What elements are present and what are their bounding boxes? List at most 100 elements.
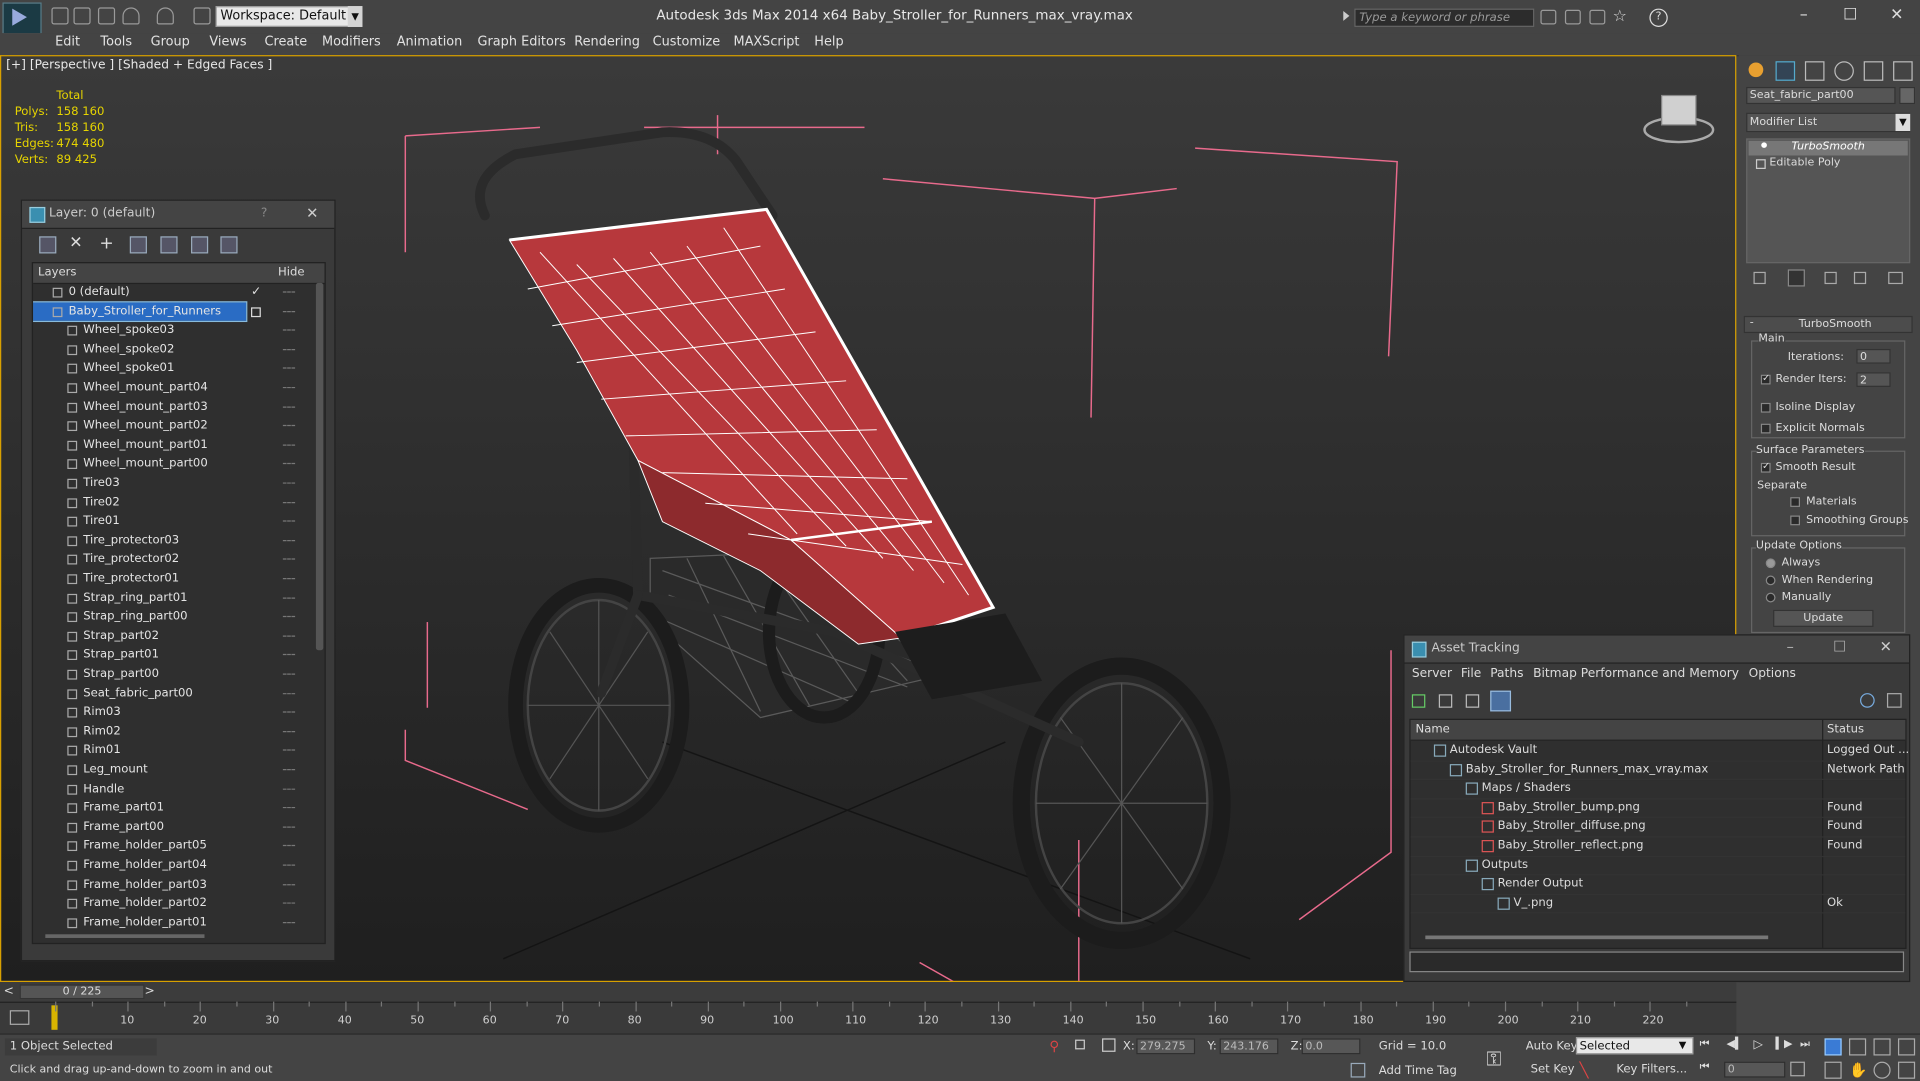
layer-row[interactable]: Strap_part02 [33,627,315,646]
expand-icon[interactable] [1755,159,1766,169]
key-icon[interactable]: ⚿ [1487,1047,1502,1071]
table-view-icon[interactable] [1490,690,1512,712]
asset-menu-paths[interactable]: Paths [1490,667,1523,680]
layer-row[interactable]: Frame_part00 [33,818,315,837]
go-to-start-icon[interactable]: ⏮ [1700,1038,1717,1053]
layer-row[interactable]: Tire03 [33,474,315,493]
x-coordinate-field[interactable]: 279.275 [1136,1038,1196,1055]
layer-row[interactable]: Frame_holder_part05 [33,837,315,856]
viewport-label[interactable]: [+] [Perspective ] [Shaded + Edged Faces… [6,59,272,72]
asset-maximize-button[interactable]: ☐ [1833,638,1846,655]
turbosmooth-rollout-header[interactable]: - TurboSmooth [1743,315,1913,334]
asset-row[interactable]: Baby_Stroller_bump.png Found [1410,798,1906,819]
layer-row[interactable]: Handle [33,780,315,799]
hide-toggle[interactable] [282,406,296,408]
mini-curve-editor-icon[interactable] [9,1010,30,1025]
field-of-view-icon[interactable] [1824,1061,1842,1079]
layer-row[interactable]: Wheel_mount_part01 [33,436,315,455]
hide-toggle[interactable] [282,768,296,771]
hide-all-icon[interactable] [191,236,209,254]
hide-toggle[interactable] [282,597,296,599]
materials-checkbox[interactable] [1790,497,1801,507]
favorites-star-icon[interactable]: ☆ [1613,7,1627,25]
time-slider-thumb[interactable]: 0 / 225 [19,984,145,1000]
render-iters-checkbox[interactable]: ✓ [1760,372,1771,385]
layer-row[interactable]: Frame_part01 [33,799,315,818]
asset-row[interactable]: Outputs [1410,855,1906,876]
project-folder-icon[interactable] [193,7,211,25]
menu-group[interactable]: Group [151,34,190,49]
make-unique-icon[interactable] [1824,271,1837,285]
name-column-header[interactable]: Name [1416,722,1450,735]
menu-views[interactable]: Views [209,34,246,49]
asset-path-field[interactable] [1409,951,1905,973]
absolute-mode-icon[interactable] [1102,1038,1116,1052]
hide-toggle[interactable] [282,711,296,714]
hide-column-header[interactable]: Hide [278,266,305,279]
menu-customize[interactable]: Customize [653,34,721,49]
menu-graph-editors[interactable]: Graph Editors [478,34,566,49]
layer-row[interactable]: Baby_Stroller_for_Runners [33,300,296,323]
layers-column-header[interactable]: Layers [38,266,76,279]
save-file-icon[interactable] [97,7,116,25]
menu-edit[interactable]: Edit [55,34,80,49]
subscription-icon[interactable] [1564,9,1581,25]
show-end-result-icon[interactable] [1787,269,1805,287]
communication-icon[interactable] [1589,9,1606,25]
layer-row[interactable]: Frame_holder_part04 [33,856,315,875]
next-frame-icon[interactable]: ▍▶ [1776,1038,1793,1053]
object-name-field[interactable]: Seat_fabric_part00 [1746,86,1896,105]
layer-row[interactable]: Rim03 [33,703,315,722]
minimize-window-button[interactable]: – [1785,5,1822,27]
configure-modifier-sets-icon[interactable] [1888,271,1903,285]
hide-toggle[interactable] [282,883,296,886]
layer-list-scrollbar[interactable] [315,282,324,651]
smooth-result-checkbox[interactable]: ✓ [1760,460,1771,473]
maximize-viewport-icon[interactable] [1897,1061,1916,1079]
freeze-all-icon[interactable] [220,236,238,254]
hide-toggle[interactable] [282,291,296,293]
layer-help-button[interactable]: ? [261,207,268,220]
hide-toggle[interactable] [282,444,296,446]
hide-toggle[interactable] [282,425,296,427]
refresh-icon[interactable] [1411,694,1426,708]
layer-row[interactable]: Wheel_mount_part04 [33,378,315,397]
hide-toggle[interactable] [282,921,296,924]
auto-key-button[interactable]: Auto Key [1526,1040,1578,1053]
layer-row[interactable]: Frame_holder_part01 [33,913,315,932]
add-to-layer-icon[interactable]: + [99,235,114,252]
next-frame-arrow[interactable]: > [144,984,154,997]
isoline-display-checkbox[interactable] [1760,402,1771,413]
prev-frame-arrow[interactable]: < [4,984,14,997]
close-window-button[interactable]: ✕ [1878,5,1915,27]
lightbulb-icon[interactable]: ● [1761,141,1767,150]
display-tab-icon[interactable] [1863,61,1884,81]
layer-row[interactable]: Rim02 [33,722,315,741]
create-tab-icon[interactable] [1748,62,1764,78]
layer-row[interactable]: Rim01 [33,741,315,760]
asset-row[interactable]: Render Output [1410,875,1906,895]
layer-list-hscrollbar[interactable] [45,934,205,938]
asset-close-button[interactable]: ✕ [1880,638,1892,655]
asset-row[interactable]: Maps / Shaders [1410,779,1906,800]
menu-tools[interactable]: Tools [100,34,132,49]
layer-row[interactable]: Tire_protector02 [33,550,315,569]
time-configuration-icon[interactable] [1790,1061,1805,1077]
when-rendering-radio[interactable] [1765,575,1776,586]
utilities-tab-icon[interactable] [1893,61,1913,81]
hide-toggle[interactable] [282,386,296,389]
workspace-dropdown[interactable]: Workspace: Default [215,6,363,27]
list-view-icon[interactable] [1438,694,1453,708]
hide-toggle[interactable] [282,577,296,580]
hide-toggle[interactable] [282,329,296,332]
status-column-header[interactable]: Status [1827,722,1864,735]
play-icon[interactable]: ▷ [1753,1038,1770,1053]
iterations-spinner[interactable]: 0 [1856,348,1891,364]
menu-modifiers[interactable]: Modifiers [322,34,381,49]
new-file-icon[interactable] [51,7,69,25]
asset-help-icon[interactable] [1860,693,1875,708]
z-coordinate-field[interactable]: 0.0 [1301,1038,1361,1055]
hide-toggle[interactable] [282,845,296,847]
modifier-list-dropdown[interactable]: Modifier List [1746,112,1911,133]
current-layer-check-icon[interactable]: ✓ [251,283,261,302]
